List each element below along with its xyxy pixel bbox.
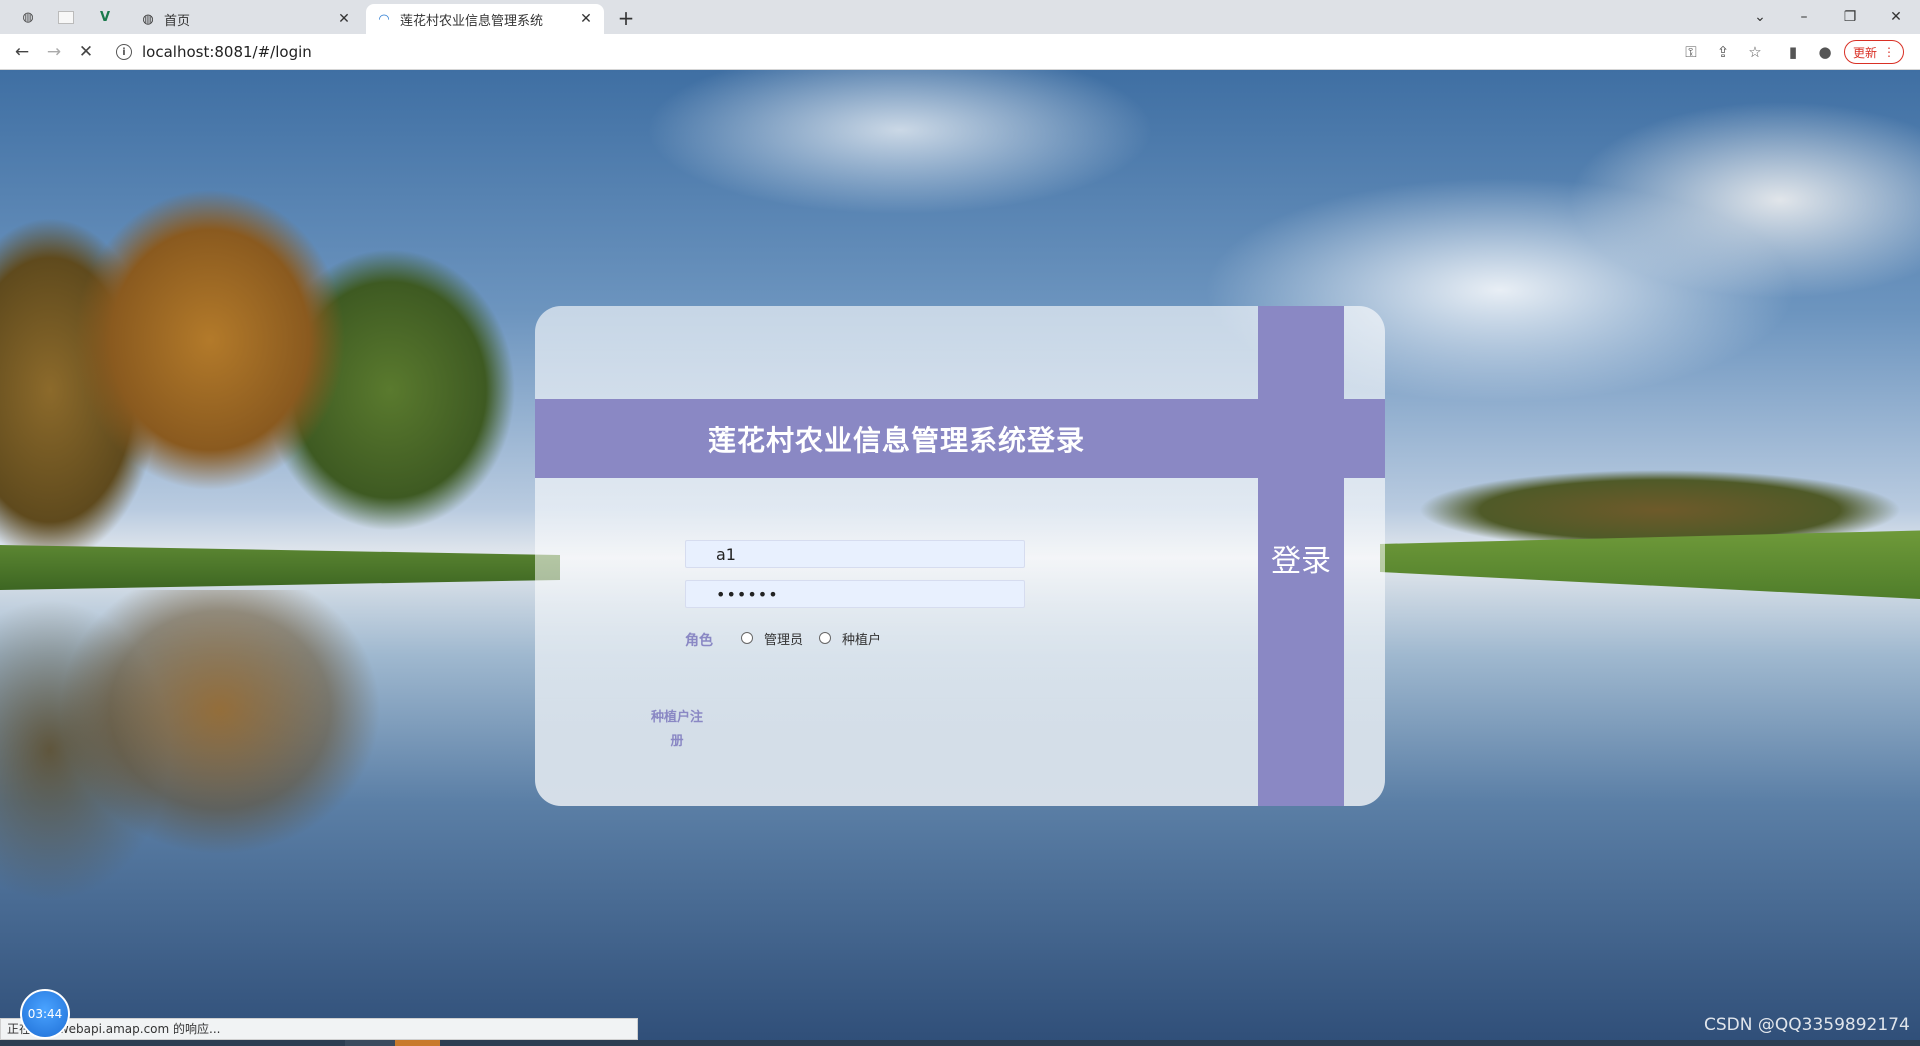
blank-page-icon[interactable] (56, 7, 76, 27)
password-input[interactable] (685, 580, 1025, 608)
minimize-button[interactable]: – (1784, 4, 1824, 30)
profile-avatar-icon[interactable]: ● (1814, 41, 1836, 63)
close-icon[interactable]: ✕ (336, 11, 352, 27)
username-input[interactable] (685, 540, 1025, 568)
globe-icon: ◍ (142, 11, 154, 27)
taskbar-segment (345, 1040, 395, 1046)
site-info-icon[interactable]: i (116, 44, 132, 60)
tab-lianhua-system[interactable]: ◠ 莲花村农业信息管理系统 ✕ (366, 4, 604, 34)
key-icon[interactable]: ⚿ (1680, 41, 1702, 63)
update-button[interactable]: 更新 ⋮ (1844, 40, 1904, 64)
role-label: 角色 (685, 633, 713, 649)
taskbar-segment (395, 1040, 440, 1046)
address-bar[interactable]: localhost:8081/#/login (142, 43, 312, 61)
tab-title: 莲花村农业信息管理系统 (400, 13, 544, 29)
login-button-label: 登录 (1271, 545, 1331, 578)
tab-search-icon[interactable]: ⌄ (1740, 4, 1780, 30)
stop-loading-icon[interactable]: ✕ (74, 40, 98, 64)
more-menu-icon: ⋮ (1883, 45, 1895, 59)
tab-home[interactable]: ◍ 首页 ✕ (130, 4, 362, 34)
update-label: 更新 (1852, 45, 1877, 60)
grower-register-link[interactable]: 种植户注 册 (647, 706, 707, 754)
role-admin-label[interactable]: 管理员 (764, 629, 803, 648)
window-close-button[interactable]: ✕ (1876, 4, 1916, 30)
role-radio-admin[interactable] (741, 632, 753, 644)
share-icon[interactable]: ⇪ (1712, 41, 1734, 63)
loading-status-bar: 正在等待 webapi.amap.com 的响应... (0, 1018, 638, 1040)
side-panel-icon[interactable]: ▮ (1782, 41, 1804, 63)
browser-tab-strip: ◍ V ◍ 首页 ✕ ◠ 莲花村农业信息管理系统 ✕ + ⌄ – ❐ ✕ (0, 0, 1920, 34)
autumn-trees-scenery (0, 160, 560, 580)
lake-reflection (0, 590, 560, 950)
blank-page-shape (58, 10, 74, 24)
recording-timer-badge[interactable]: 03:44 (20, 989, 70, 1039)
login-card: 莲花村农业信息管理系统登录 角色 管理员 种植户 种植户注 册 登录 (535, 306, 1385, 806)
role-radio-grower[interactable] (819, 632, 831, 644)
globe-icon[interactable]: ◍ (18, 7, 38, 27)
csdn-watermark: CSDN @QQ3359892174 (1704, 1015, 1910, 1035)
browser-toolbar: ← → ✕ i localhost:8081/#/login ⚿ ⇪ ☆ ▮ ●… (0, 34, 1920, 70)
forward-arrow-icon[interactable]: → (42, 40, 66, 64)
login-title: 莲花村农业信息管理系统登录 (707, 423, 1085, 457)
register-link-line2: 册 (670, 734, 684, 749)
tab-title: 首页 (164, 13, 191, 29)
register-link-line1: 种植户注 (650, 710, 703, 725)
back-arrow-icon[interactable]: ← (10, 40, 34, 64)
bookmark-star-icon[interactable]: ☆ (1744, 41, 1766, 63)
role-grower-label[interactable]: 种植户 (842, 629, 881, 648)
site-logo-icon: ◠ (378, 11, 390, 27)
vue-logo-icon[interactable]: V (95, 7, 115, 27)
taskbar-strip (0, 1040, 1920, 1046)
login-button[interactable]: 登录 (1258, 306, 1344, 806)
restore-button[interactable]: ❐ (1830, 4, 1870, 30)
close-icon[interactable]: ✕ (578, 11, 594, 27)
new-tab-button[interactable]: + (614, 6, 638, 30)
